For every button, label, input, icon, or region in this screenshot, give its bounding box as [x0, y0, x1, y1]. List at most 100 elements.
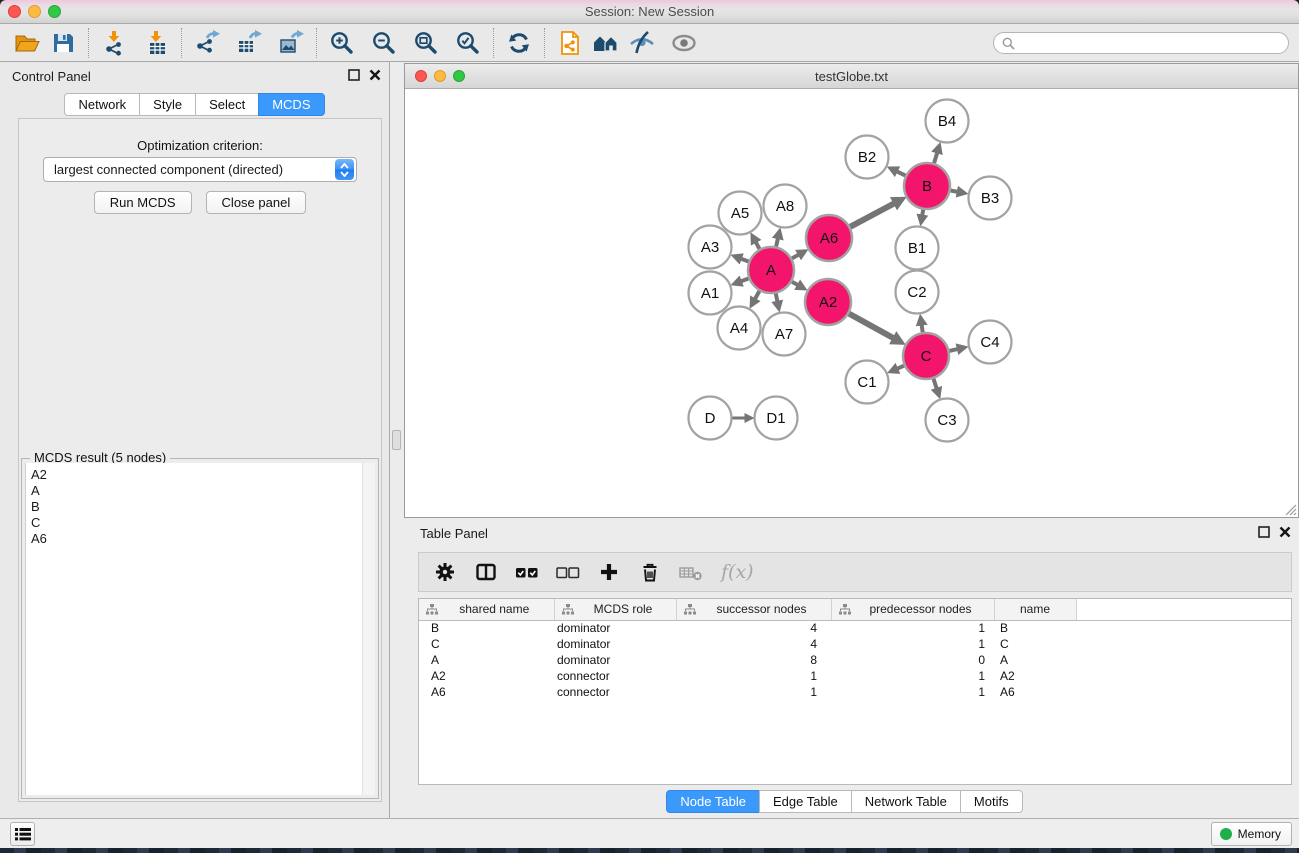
- graph-edge-A-A1[interactable]: [740, 279, 749, 282]
- deselect-all-rows-button[interactable]: [555, 559, 581, 585]
- open-session-button[interactable]: [12, 28, 42, 58]
- graph-node-A3[interactable]: A3: [689, 226, 732, 269]
- column-header-name[interactable]: name: [994, 599, 1076, 620]
- graph-node-A[interactable]: A: [748, 247, 794, 293]
- graph-node-A1[interactable]: A1: [689, 272, 732, 315]
- import-network-button[interactable]: [99, 28, 129, 58]
- graph-node-D1[interactable]: D1: [755, 397, 798, 440]
- graph-edge-A-A4[interactable]: [754, 291, 759, 300]
- delete-table-button[interactable]: [678, 559, 704, 585]
- memory-button[interactable]: Memory: [1211, 822, 1292, 846]
- task-history-button[interactable]: [10, 822, 35, 846]
- graph-edge-B-B2[interactable]: [895, 171, 905, 176]
- select-all-rows-button[interactable]: [514, 559, 540, 585]
- splitter-handle-vertical[interactable]: [392, 430, 401, 450]
- graph-node-B4[interactable]: B4: [926, 100, 969, 143]
- export-table-button[interactable]: [234, 28, 264, 58]
- tab-mcds[interactable]: MCDS: [258, 93, 324, 116]
- column-header-predecessor-nodes[interactable]: predecessor nodes: [831, 599, 994, 620]
- mcds-result-item[interactable]: A2: [31, 467, 362, 483]
- table-row[interactable]: Bdominator41B: [419, 620, 1291, 636]
- apply-layout-button[interactable]: [504, 28, 534, 58]
- graph-edge-B-B1[interactable]: [922, 210, 923, 217]
- graph-node-A4[interactable]: A4: [718, 307, 761, 350]
- tab-style[interactable]: Style: [139, 93, 196, 116]
- mcds-result-item[interactable]: C: [31, 515, 362, 531]
- run-mcds-button[interactable]: Run MCDS: [94, 191, 192, 214]
- graph-node-C[interactable]: C: [903, 333, 949, 379]
- function-builder-button[interactable]: f(x): [721, 561, 754, 583]
- export-image-button[interactable]: [276, 28, 306, 58]
- close-table-panel-button[interactable]: [1279, 526, 1291, 538]
- graph-edge-B-B3[interactable]: [951, 191, 960, 193]
- graph-edge-C-C1[interactable]: [896, 366, 904, 370]
- show-graphics-details-button[interactable]: [669, 28, 699, 58]
- graph-node-D[interactable]: D: [689, 397, 732, 440]
- table-row[interactable]: A2connector11A2: [419, 668, 1291, 684]
- close-panel-button[interactable]: [369, 69, 381, 81]
- graph-edge-B-B4[interactable]: [934, 151, 938, 163]
- network-graph[interactable]: B4 B2 B B3 A8A5 A6 A3 B1 A C2 A1 A2 A4A7 C4 C C1 D D1 C3: [405, 90, 1298, 517]
- hide-graphics-details-button[interactable]: [627, 28, 657, 58]
- mcds-result-item[interactable]: A6: [31, 531, 362, 547]
- graph-edge-A-A5[interactable]: [755, 241, 760, 249]
- graph-edge-A-A6[interactable]: [792, 254, 800, 259]
- table-tab-edge-table[interactable]: Edge Table: [759, 790, 852, 813]
- table-tab-network-table[interactable]: Network Table: [851, 790, 961, 813]
- new-network-from-selection-button[interactable]: [555, 28, 585, 58]
- create-column-button[interactable]: [596, 559, 622, 585]
- graph-node-C4[interactable]: C4: [969, 321, 1012, 364]
- criterion-select[interactable]: largest connected component (directed): [43, 157, 357, 182]
- scrollbar-track[interactable]: [362, 463, 375, 795]
- graph-edge-A2-C[interactable]: [849, 314, 895, 340]
- import-table-button[interactable]: [141, 28, 171, 58]
- table-tab-node-table[interactable]: Node Table: [666, 790, 760, 813]
- network-window-titlebar[interactable]: testGlobe.txt: [405, 64, 1298, 89]
- zoom-in-button[interactable]: [327, 28, 357, 58]
- graph-edge-C-C2[interactable]: [921, 323, 922, 332]
- graph-node-B2[interactable]: B2: [846, 136, 889, 179]
- graph-node-A2[interactable]: A2: [805, 279, 851, 325]
- delete-column-button[interactable]: [637, 559, 663, 585]
- table-options-button[interactable]: [432, 559, 458, 585]
- graph-edge-A-A2[interactable]: [792, 282, 799, 286]
- graph-node-A6[interactable]: A6: [806, 215, 852, 261]
- graph-edge-C-C4[interactable]: [949, 349, 959, 351]
- column-header-successor-nodes[interactable]: successor nodes: [676, 599, 831, 620]
- reset-view-button[interactable]: [591, 28, 621, 58]
- search-field[interactable]: [993, 32, 1289, 54]
- column-header-MCDS-role[interactable]: MCDS role: [554, 599, 676, 620]
- network-canvas[interactable]: B4 B2 B B3 A8A5 A6 A3 B1 A C2 A1 A2 A4A7 C4 C C1 D D1 C3: [405, 90, 1298, 517]
- graph-edge-A-A3[interactable]: [740, 258, 749, 261]
- table-tab-motifs[interactable]: Motifs: [960, 790, 1023, 813]
- graph-node-B1[interactable]: B1: [896, 227, 939, 270]
- show-column-button[interactable]: [473, 559, 499, 585]
- graph-edge-C-C3[interactable]: [934, 379, 938, 390]
- export-network-button[interactable]: [192, 28, 222, 58]
- zoom-selected-button[interactable]: [453, 28, 483, 58]
- tab-network[interactable]: Network: [64, 93, 140, 116]
- mcds-result-item[interactable]: A: [31, 483, 362, 499]
- table-row[interactable]: Cdominator41C: [419, 636, 1291, 652]
- save-session-button[interactable]: [48, 28, 78, 58]
- close-panel-button-mcds[interactable]: Close panel: [206, 191, 307, 214]
- graph-node-B[interactable]: B: [904, 163, 950, 209]
- tab-select[interactable]: Select: [195, 93, 259, 116]
- graph-edge-A-A8[interactable]: [776, 237, 778, 247]
- column-header-shared-name[interactable]: shared name: [419, 599, 554, 620]
- float-panel-button[interactable]: [348, 69, 360, 81]
- mcds-result-item[interactable]: B: [31, 499, 362, 515]
- graph-node-A5[interactable]: A5: [719, 192, 762, 235]
- graph-edge-A-A7[interactable]: [776, 294, 778, 304]
- graph-node-B3[interactable]: B3: [969, 177, 1012, 220]
- float-table-panel-button[interactable]: [1258, 526, 1270, 538]
- graph-node-A8[interactable]: A8: [764, 185, 807, 228]
- search-input[interactable]: [1020, 36, 1280, 50]
- graph-node-A7[interactable]: A7: [763, 313, 806, 356]
- graph-node-C3[interactable]: C3: [926, 399, 969, 442]
- graph-edge-A6-B[interactable]: [850, 202, 896, 226]
- graph-node-C2[interactable]: C2: [896, 271, 939, 314]
- zoom-out-button[interactable]: [369, 28, 399, 58]
- table-row[interactable]: Adominator80A: [419, 652, 1291, 668]
- graph-node-C1[interactable]: C1: [846, 361, 889, 404]
